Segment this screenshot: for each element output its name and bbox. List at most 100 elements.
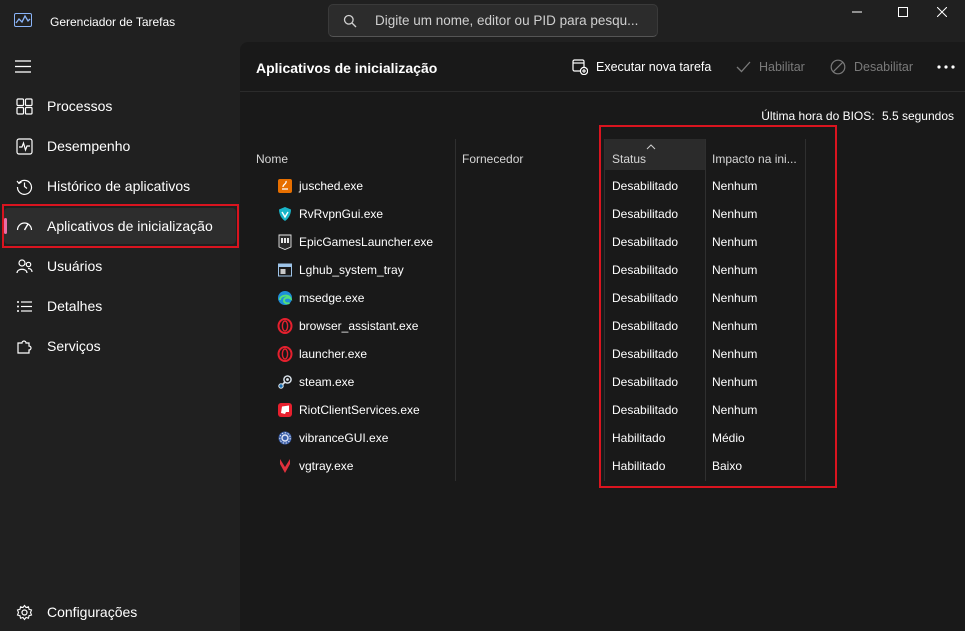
app-status: Desabilitado bbox=[612, 403, 679, 417]
sidebar-item-configuracoes[interactable]: Configurações bbox=[4, 597, 236, 627]
pulse-icon bbox=[16, 138, 33, 155]
app-impact: Nenhum bbox=[712, 291, 758, 305]
minimize-icon bbox=[852, 11, 862, 13]
app-name: vibranceGUI.exe bbox=[299, 431, 389, 445]
search-icon bbox=[343, 14, 357, 28]
disable-button[interactable]: Desabilitar bbox=[830, 54, 913, 80]
table-row[interactable]: jusched.exe Desabilitado Nenhum bbox=[240, 172, 965, 200]
gear-badge-icon bbox=[278, 431, 292, 445]
app-status: Desabilitado bbox=[612, 179, 679, 193]
disable-label: Desabilitar bbox=[854, 60, 914, 74]
run-new-task-button[interactable]: Executar nova tarefa bbox=[572, 54, 711, 80]
table-row[interactable]: msedge.exe Desabilitado Nenhum bbox=[240, 284, 965, 312]
app-impact: Nenhum bbox=[712, 403, 758, 417]
sidebar-item-label: Configurações bbox=[47, 604, 138, 620]
puzzle-icon bbox=[17, 340, 32, 354]
app-status: Desabilitado bbox=[612, 207, 679, 221]
window-icon bbox=[278, 263, 292, 277]
sidebar-item-processos[interactable]: Processos bbox=[4, 88, 236, 124]
main-panel: Aplicativos de inicialização Executar no… bbox=[240, 42, 965, 631]
sidebar-item-label: Desempenho bbox=[47, 138, 131, 154]
sidebar-item-label: Aplicativos de inicialização bbox=[47, 218, 213, 234]
java-icon bbox=[278, 179, 292, 193]
sidebar-item-detalhes[interactable]: Detalhes bbox=[4, 288, 236, 324]
search-input[interactable] bbox=[375, 5, 653, 36]
task-manager-icon bbox=[14, 13, 32, 27]
app-status: Desabilitado bbox=[612, 263, 679, 277]
gear-icon bbox=[16, 604, 33, 621]
table-row[interactable]: EpicGamesLauncher.exe Desabilitado Nenhu… bbox=[240, 228, 965, 256]
checkmark-icon bbox=[736, 61, 751, 73]
app-impact: Nenhum bbox=[712, 235, 758, 249]
app-status: Desabilitado bbox=[612, 319, 679, 333]
sidebar-item-label: Detalhes bbox=[47, 298, 103, 314]
enable-label: Habilitar bbox=[759, 60, 805, 74]
sidebar-item-label: Serviços bbox=[47, 338, 101, 354]
app-status: Desabilitado bbox=[612, 375, 679, 389]
new-task-icon bbox=[572, 59, 588, 75]
app-status: Habilitado bbox=[612, 459, 666, 473]
bios-time: Última hora do BIOS: 5.5 segundos bbox=[761, 109, 954, 123]
sidebar-item-label: Usuários bbox=[47, 258, 103, 274]
app-impact: Baixo bbox=[712, 459, 743, 473]
app-name: steam.exe bbox=[299, 375, 355, 389]
app-impact: Nenhum bbox=[712, 375, 758, 389]
sort-ascending-icon bbox=[646, 144, 656, 150]
app-name: RiotClientServices.exe bbox=[299, 403, 420, 417]
app-name: msedge.exe bbox=[299, 291, 365, 305]
title-bar: Gerenciador de Tarefas bbox=[0, 0, 965, 42]
sidebar-item-desempenho[interactable]: Desempenho bbox=[4, 128, 236, 164]
column-header-impacto[interactable]: Impacto na ini... bbox=[712, 152, 797, 166]
table-row[interactable]: vgtray.exe Habilitado Baixo bbox=[240, 452, 965, 480]
app-status: Desabilitado bbox=[612, 235, 679, 249]
app-impact: Nenhum bbox=[712, 319, 758, 333]
vpn-shield-icon bbox=[279, 207, 291, 221]
close-icon bbox=[937, 7, 947, 17]
table-row[interactable]: RiotClientServices.exe Desabilitado Nenh… bbox=[240, 396, 965, 424]
block-icon bbox=[830, 59, 846, 75]
app-name: browser_assistant.exe bbox=[299, 319, 419, 333]
steam-icon bbox=[278, 375, 292, 389]
grid-icon bbox=[16, 98, 33, 115]
vanguard-icon bbox=[280, 459, 290, 473]
maximize-icon bbox=[898, 7, 908, 17]
app-status: Habilitado bbox=[612, 431, 666, 445]
app-impact: Nenhum bbox=[712, 347, 758, 361]
sidebar-item-usuarios[interactable]: Usuários bbox=[4, 248, 236, 284]
users-icon bbox=[16, 259, 33, 274]
table-row[interactable]: steam.exe Desabilitado Nenhum bbox=[240, 368, 965, 396]
app-name: launcher.exe bbox=[299, 347, 368, 361]
table-row[interactable]: RvRvpnGui.exe Desabilitado Nenhum bbox=[240, 200, 965, 228]
table-row[interactable]: launcher.exe Desabilitado Nenhum bbox=[240, 340, 965, 368]
more-options-button[interactable] bbox=[934, 54, 958, 80]
table-row[interactable]: Lghub_system_tray Desabilitado Nenhum bbox=[240, 256, 965, 284]
app-name: jusched.exe bbox=[299, 179, 364, 193]
sidebar-item-label: Processos bbox=[47, 98, 113, 114]
menu-button[interactable] bbox=[6, 52, 40, 80]
column-header-nome[interactable]: Nome bbox=[256, 152, 288, 166]
sidebar-item-servicos[interactable]: Serviços bbox=[4, 328, 236, 364]
minimize-button[interactable] bbox=[834, 0, 880, 24]
close-button[interactable] bbox=[919, 0, 965, 24]
app-status: Desabilitado bbox=[612, 291, 679, 305]
column-header-fornecedor[interactable]: Fornecedor bbox=[462, 152, 523, 166]
hamburger-icon bbox=[15, 59, 31, 73]
column-header-status[interactable]: Status bbox=[612, 152, 646, 166]
app-name: EpicGamesLauncher.exe bbox=[299, 235, 434, 249]
sidebar-item-historico[interactable]: Histórico de aplicativos bbox=[4, 168, 236, 204]
app-title: Gerenciador de Tarefas bbox=[50, 15, 176, 29]
enable-button[interactable]: Habilitar bbox=[736, 54, 805, 80]
sidebar-item-label: Histórico de aplicativos bbox=[47, 178, 191, 194]
bios-time-label: Última hora do BIOS: bbox=[761, 109, 875, 123]
opera-icon bbox=[277, 346, 293, 362]
toolbar-divider bbox=[240, 91, 965, 92]
list-icon bbox=[17, 301, 32, 312]
app-name: Lghub_system_tray bbox=[299, 263, 404, 277]
edge-icon bbox=[278, 291, 293, 305]
search-box[interactable] bbox=[328, 4, 658, 37]
sidebar-item-aplicativos-inicializacao[interactable]: Aplicativos de inicialização bbox=[4, 208, 236, 244]
app-impact: Médio bbox=[712, 431, 745, 445]
app-name: RvRvpnGui.exe bbox=[299, 207, 384, 221]
table-row[interactable]: vibranceGUI.exe Habilitado Médio bbox=[240, 424, 965, 452]
table-row[interactable]: browser_assistant.exe Desabilitado Nenhu… bbox=[240, 312, 965, 340]
